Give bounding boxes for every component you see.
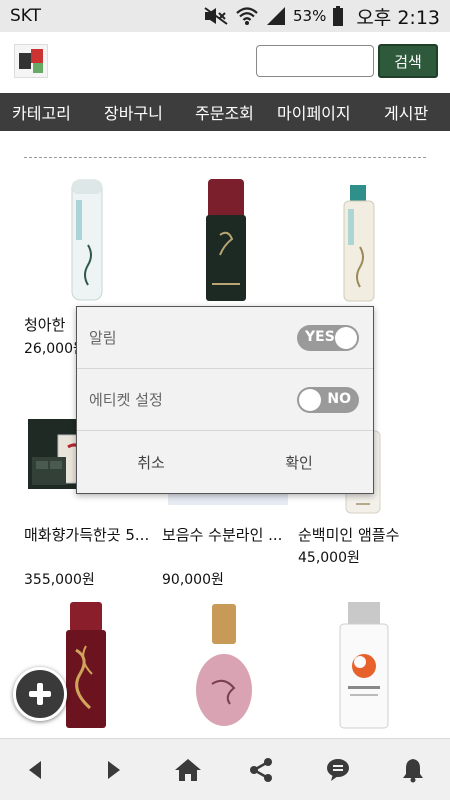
battery-icon <box>333 6 344 26</box>
main-nav: 카테고리 장바구니 주문조회 마이페이지 게시판 <box>0 93 450 131</box>
settings-dialog: 알림 YES 에티켓 설정 NO 취소 확인 <box>76 306 374 494</box>
product-name[interactable]: 매화향가득한곳 5... <box>24 525 164 545</box>
share-icon[interactable] <box>248 757 274 783</box>
toggle-state-label: NO <box>327 391 351 407</box>
toggle-knob <box>335 327 357 349</box>
chat-icon[interactable] <box>325 757 351 783</box>
back-icon[interactable] <box>23 757 49 783</box>
nav-item-cart[interactable]: 장바구니 <box>104 100 163 124</box>
signal-icon <box>266 7 285 25</box>
product-price: 355,000원 <box>24 572 95 588</box>
dialog-actions: 취소 확인 <box>77 431 373 493</box>
etiquette-toggle[interactable]: NO <box>297 387 359 413</box>
status-bar: SKT 53% 오후 2:13 <box>0 0 450 32</box>
notification-row: 알림 YES <box>77 307 373 369</box>
search-button[interactable]: 검색 <box>378 44 438 78</box>
product-image[interactable] <box>24 175 154 305</box>
carrier-label: SKT <box>10 6 42 26</box>
nav-item-board[interactable]: 게시판 <box>384 100 428 124</box>
bell-icon[interactable] <box>400 757 426 783</box>
status-indicators: 53% 오후 2:13 <box>203 3 440 30</box>
cancel-button[interactable]: 취소 <box>77 431 225 493</box>
nav-item-orders[interactable]: 주문조회 <box>195 100 254 124</box>
add-fab-button[interactable] <box>13 667 67 721</box>
nav-item-mypage[interactable]: 마이페이지 <box>277 100 351 124</box>
product-price: 45,000원 <box>298 550 360 566</box>
product-image[interactable] <box>162 600 292 730</box>
toggle-knob <box>299 389 321 411</box>
home-icon[interactable] <box>174 757 202 783</box>
search-input[interactable] <box>256 45 374 77</box>
product-name[interactable]: 순백미인 앰플수 <box>298 525 438 545</box>
confirm-button[interactable]: 확인 <box>225 431 373 493</box>
logo[interactable] <box>14 44 48 78</box>
plus-icon <box>29 683 51 705</box>
product-image[interactable] <box>298 600 428 730</box>
product-image[interactable] <box>298 175 428 305</box>
product-name[interactable]: 보음수 수분라인 ... <box>162 525 302 545</box>
etiquette-row: 에티켓 설정 NO <box>77 369 373 431</box>
product-price: 90,000원 <box>162 572 224 588</box>
nav-item-category[interactable]: 카테고리 <box>12 100 71 124</box>
wifi-icon <box>236 7 258 25</box>
bottom-toolbar <box>0 738 450 800</box>
divider <box>24 157 426 158</box>
header: 검색 <box>0 32 450 92</box>
forward-icon[interactable] <box>100 757 126 783</box>
product-image[interactable] <box>160 175 290 305</box>
battery-percent: 53% <box>292 7 327 25</box>
notification-toggle[interactable]: YES <box>297 325 359 351</box>
notification-label: 알림 <box>89 329 117 347</box>
clock: 오후 2:13 <box>356 6 440 29</box>
etiquette-label: 에티켓 설정 <box>89 391 163 409</box>
mute-icon <box>204 7 228 25</box>
toggle-state-label: YES <box>305 329 335 345</box>
